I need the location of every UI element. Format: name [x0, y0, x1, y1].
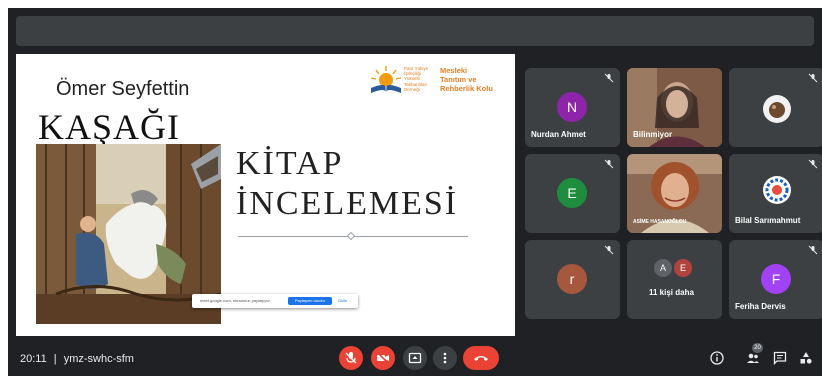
profile-photo: [763, 176, 791, 204]
slide-book-title: KAŞAĞI: [38, 107, 181, 147]
participant-tile-r[interactable]: r: [525, 240, 620, 319]
avatar: r: [557, 264, 587, 294]
participant-tile-bilal-sarimahmut[interactable]: Bilal Sarımahmut: [729, 154, 822, 233]
avatar: E: [557, 178, 587, 208]
mic-off-icon: [604, 245, 614, 255]
more-options-button[interactable]: [433, 346, 457, 370]
participant-tile-feriha-dervis[interactable]: F Feriha Dervis: [729, 240, 822, 319]
participant-name: Feriha Dervis: [735, 302, 786, 311]
participant-tile-3[interactable]: [729, 68, 822, 147]
divider-diamond: [346, 231, 356, 241]
participant-tile-others[interactable]: A E 11 kişi daha: [627, 240, 722, 319]
participant-name: Bilinmiyor: [633, 130, 673, 139]
meeting-code: ymz-swhc-sfm: [63, 353, 134, 365]
participant-name: ASİME HASANOĞLOU: [633, 219, 687, 225]
participant-tile-nurdan-ahmet[interactable]: N Nurdan Ahmet: [525, 68, 620, 147]
stop-sharing-button[interactable]: Paylaşımı durdur: [288, 297, 332, 305]
chat-icon[interactable]: [773, 351, 787, 365]
leave-call-button[interactable]: [463, 346, 499, 370]
mic-off-icon: [345, 352, 357, 364]
meet-window: Ömer Seyfettin KAŞAĞI Patır Yükiye İştir…: [8, 8, 822, 376]
mic-off-icon: [808, 245, 818, 255]
participant-name: Bilal Sarımahmut: [735, 216, 801, 225]
meeting-info: 20:11 | ymz-swhc-sfm: [20, 353, 134, 365]
mic-off-icon: [808, 159, 818, 169]
present-icon: [408, 352, 422, 364]
microphone-toggle-button[interactable]: [339, 346, 363, 370]
avatar: E: [674, 259, 692, 277]
mic-off-icon: [808, 73, 818, 83]
people-icon[interactable]: [746, 351, 760, 365]
participant-tile-asime-hasanoglou[interactable]: ASİME HASANOĞLOU: [627, 154, 722, 233]
logo-small-text: Patır Yükiye İştiriçiliği Yükselti Tahba…: [404, 66, 429, 92]
camera-off-icon: [377, 352, 389, 364]
meeting-separator: |: [53, 353, 57, 365]
participant-name: Nurdan Ahmet: [531, 130, 586, 139]
camera-toggle-button[interactable]: [371, 346, 395, 370]
top-bar: [16, 16, 814, 46]
activities-icon[interactable]: [799, 351, 813, 365]
hide-share-bar-link[interactable]: Gizle: [338, 298, 347, 303]
screen-share-bar: meet.google.com, ekranınızı paylaşıyor. …: [192, 294, 358, 308]
sunrise-book-logo-icon: [370, 66, 402, 93]
slide-author: Ömer Seyfettin: [56, 78, 190, 100]
more-participants-label: 11 kişi daha: [649, 288, 694, 297]
participant-tile-bilinmiyor[interactable]: Bilinmiyor: [627, 68, 722, 147]
call-end-icon: [474, 356, 488, 361]
logo-title: Mesleki Tanıtım ve Rehberlik Kolu: [440, 66, 493, 93]
present-now-button[interactable]: [403, 346, 427, 370]
mic-off-icon: [604, 159, 614, 169]
info-icon[interactable]: [710, 351, 724, 365]
avatar: F: [761, 264, 791, 294]
presentation-slide[interactable]: Ömer Seyfettin KAŞAĞI Patır Yükiye İştir…: [16, 54, 515, 336]
more-vert-icon: [443, 352, 447, 364]
avatar: A: [654, 259, 672, 277]
participant-tile-e[interactable]: E: [525, 154, 620, 233]
slide-heading: KİTAP İNCELEMESİ: [236, 145, 459, 222]
share-status-text: meet.google.com, ekranınızı paylaşıyor.: [200, 298, 271, 303]
avatar: N: [557, 92, 587, 122]
mic-off-icon: [604, 73, 614, 83]
meeting-time: 20:11: [20, 353, 47, 365]
profile-photo: [763, 95, 791, 123]
